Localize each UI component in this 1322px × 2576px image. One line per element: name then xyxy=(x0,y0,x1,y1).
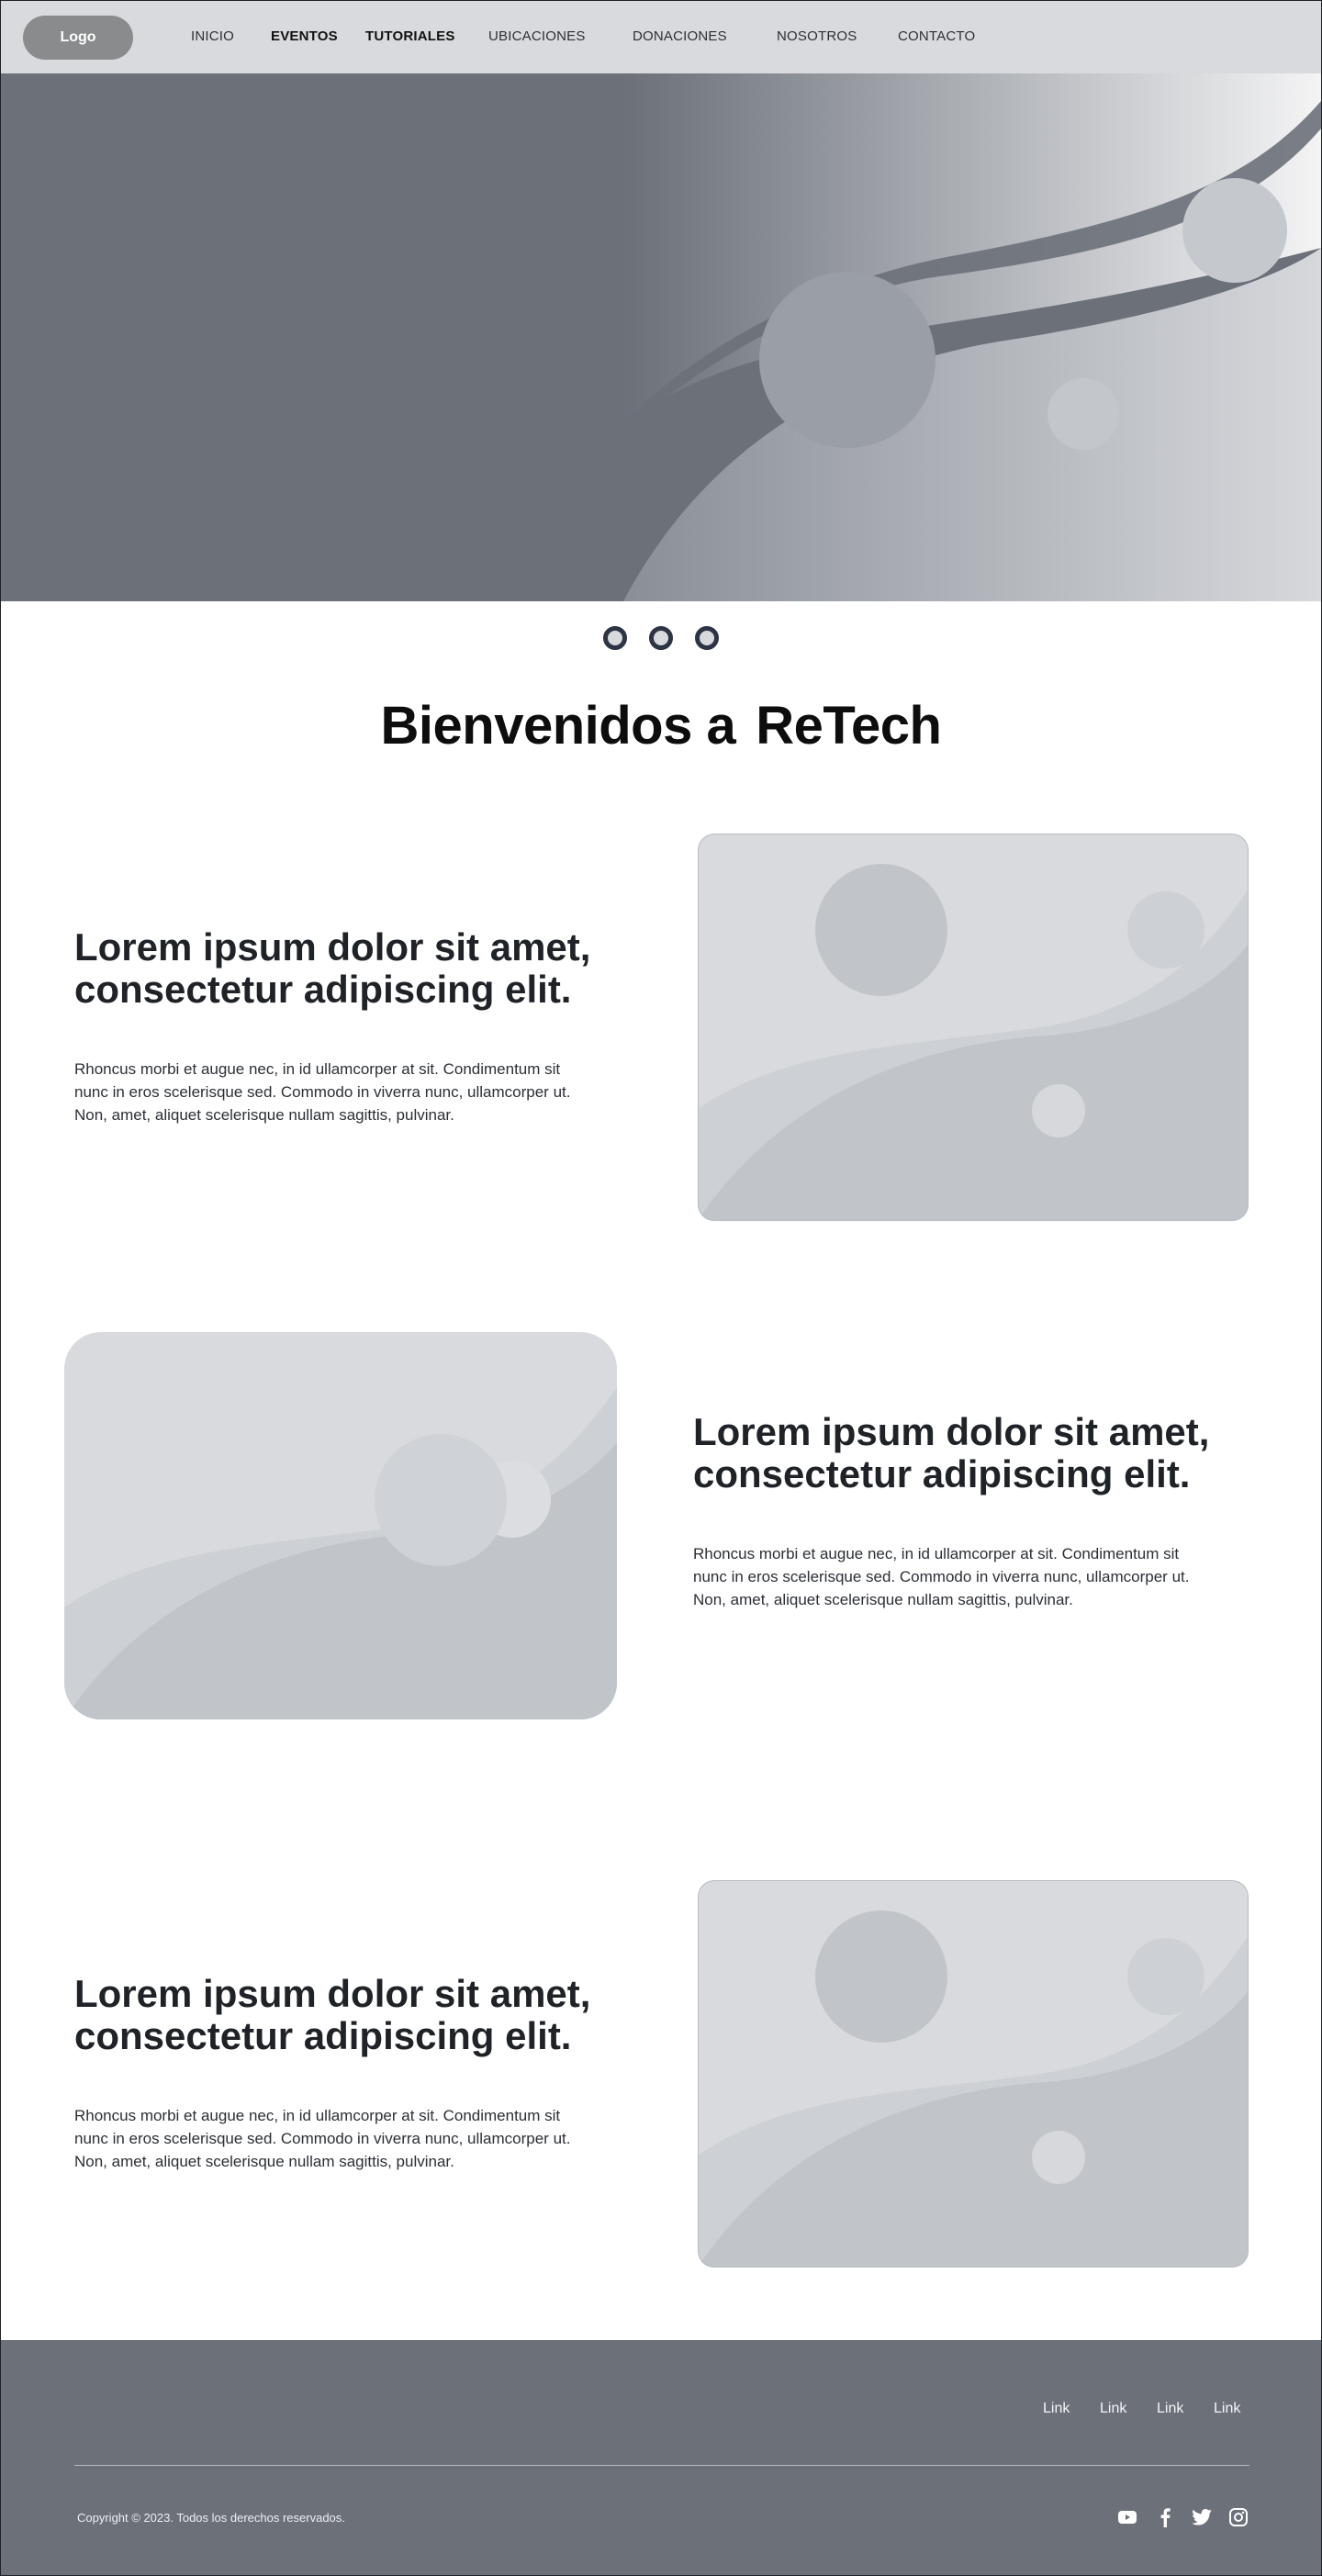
carousel-dot-2[interactable] xyxy=(649,626,673,650)
feature-3-placeholder-graphic xyxy=(698,1880,1249,2268)
nav-item-contacto[interactable]: CONTACTO xyxy=(898,28,975,44)
footer-link-3[interactable]: Link xyxy=(1157,2401,1183,2417)
feature-1-text: Rhoncus morbi et augue nec, in id ullamc… xyxy=(74,1058,625,1126)
feature-3-text: Rhoncus morbi et augue nec, in id ullamc… xyxy=(74,2104,625,2173)
logo[interactable]: Logo xyxy=(23,16,133,60)
welcome-title-part2: ReTech xyxy=(756,696,942,756)
copyright-text: Copyright © 2023. Todos los derechos res… xyxy=(77,2511,345,2525)
feature-1-text-line2: nunc in eros scelerisque sed. Commodo in… xyxy=(74,1083,571,1101)
youtube-icon[interactable] xyxy=(1117,2507,1137,2527)
footer-divider xyxy=(74,2465,1249,2466)
nav-item-ubicaciones[interactable]: UBICACIONES xyxy=(488,28,586,44)
hero-placeholder-image xyxy=(1,73,1321,601)
feature-2-image xyxy=(64,1332,617,1719)
feature-2-heading-line1: Lorem ipsum dolor sit amet, xyxy=(693,1410,1210,1453)
page: Logo INICIO EVENTOS TUTORIALES UBICACION… xyxy=(0,0,1322,2576)
footer-link-2[interactable]: Link xyxy=(1100,2401,1126,2417)
feature-3-text-line3: Non, amet, aliquet scelerisque nullam sa… xyxy=(74,2153,454,2170)
carousel-indicators xyxy=(1,626,1321,650)
feature-2-heading: Lorem ipsum dolor sit amet, consectetur … xyxy=(693,1411,1244,1495)
nav-item-nosotros[interactable]: NOSOTROS xyxy=(777,28,857,44)
feature-2-text-line2: nunc in eros scelerisque sed. Commodo in… xyxy=(693,1568,1190,1585)
feature-1-heading-line1: Lorem ipsum dolor sit amet, xyxy=(74,925,591,969)
feature-1-image xyxy=(698,834,1249,1221)
top-navbar: Logo INICIO EVENTOS TUTORIALES UBICACION… xyxy=(1,1,1321,73)
footer-link-4[interactable]: Link xyxy=(1214,2401,1240,2417)
footer: Link Link Link Link Copyright © 2023. To… xyxy=(1,2340,1321,2575)
feature-2-heading-line2: consectetur adipiscing elit. xyxy=(693,1452,1191,1495)
welcome-title: Bienvenidos a ReTech xyxy=(1,695,1321,756)
feature-1-heading-line2: consectetur adipiscing elit. xyxy=(74,968,572,1011)
twitter-icon[interactable] xyxy=(1192,2507,1212,2527)
feature-1-text-line3: Non, amet, aliquet scelerisque nullam sa… xyxy=(74,1106,454,1124)
nav-item-donaciones[interactable]: DONACIONES xyxy=(633,28,727,44)
feature-1-heading: Lorem ipsum dolor sit amet, consectetur … xyxy=(74,926,625,1011)
nav-item-inicio[interactable]: INICIO xyxy=(191,28,234,44)
feature-3-image xyxy=(698,1880,1249,2268)
nav-item-tutoriales[interactable]: TUTORIALES xyxy=(365,28,455,44)
carousel-dot-3[interactable] xyxy=(695,626,719,650)
feature-3-heading-line1: Lorem ipsum dolor sit amet, xyxy=(74,1972,591,2015)
feature-2-text: Rhoncus morbi et augue nec, in id ullamc… xyxy=(693,1542,1244,1611)
hero-banner xyxy=(1,73,1321,601)
feature-3-text-line1: Rhoncus morbi et augue nec, in id ullamc… xyxy=(74,2107,561,2124)
feature-3-heading-line2: consectetur adipiscing elit. xyxy=(74,2014,572,2057)
feature-3-text-line2: nunc in eros scelerisque sed. Commodo in… xyxy=(74,2130,571,2147)
feature-2-text-line1: Rhoncus morbi et augue nec, in id ullamc… xyxy=(693,1545,1180,1562)
instagram-icon[interactable] xyxy=(1228,2507,1249,2527)
welcome-title-part1: Bienvenidos a xyxy=(380,696,736,756)
facebook-icon[interactable] xyxy=(1155,2507,1175,2527)
feature-2-text-line3: Non, amet, aliquet scelerisque nullam sa… xyxy=(693,1591,1073,1608)
nav-item-eventos[interactable]: EVENTOS xyxy=(271,28,338,44)
feature-1-placeholder-graphic xyxy=(698,834,1249,1221)
feature-3-heading: Lorem ipsum dolor sit amet, consectetur … xyxy=(74,1973,625,2057)
carousel-dot-1[interactable] xyxy=(603,626,627,650)
feature-2-placeholder-graphic xyxy=(64,1332,617,1719)
footer-link-1[interactable]: Link xyxy=(1043,2401,1070,2417)
feature-1-text-line1: Rhoncus morbi et augue nec, in id ullamc… xyxy=(74,1060,561,1078)
